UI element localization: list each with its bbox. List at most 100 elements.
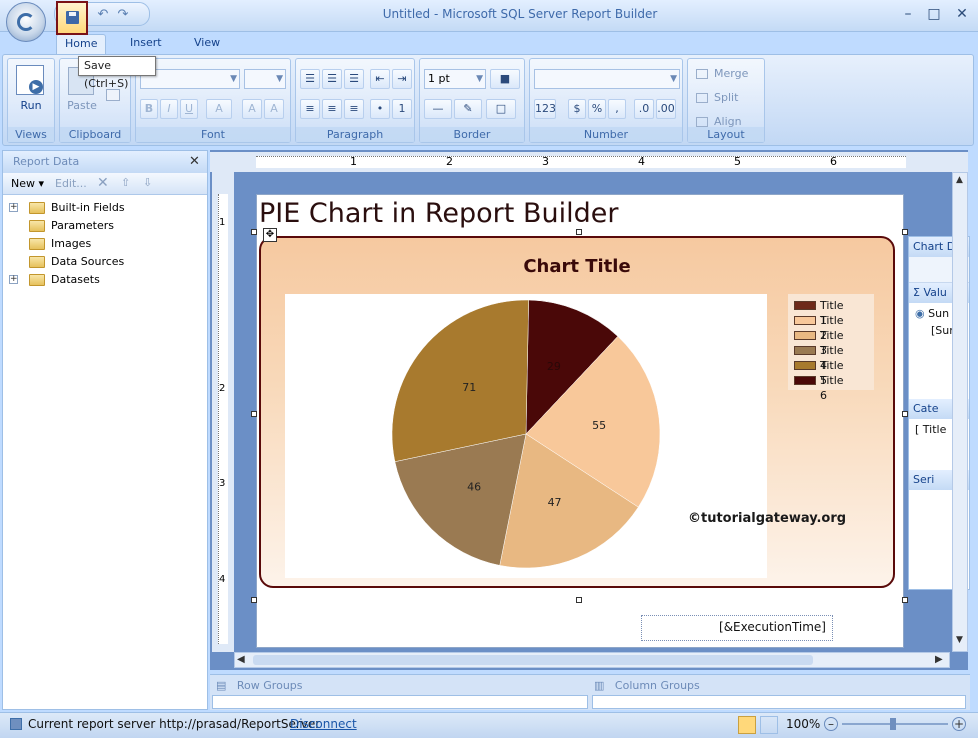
merge-button[interactable]: Merge (696, 67, 748, 80)
scroll-down-icon[interactable]: ▼ (956, 635, 963, 645)
redo-icon[interactable]: ↷ (113, 6, 133, 24)
border-width-select[interactable]: 1 pt ▼ (424, 69, 486, 89)
group-label-number: Number (530, 127, 682, 142)
paste-button[interactable]: Paste (60, 99, 104, 112)
decrease-indent-icon[interactable]: ⇤ (370, 69, 390, 89)
maximize-button[interactable]: □ (922, 4, 946, 24)
save-button[interactable] (56, 1, 88, 35)
run-button[interactable]: Run (8, 99, 54, 112)
shrink-font-button[interactable]: A (264, 99, 284, 119)
align-center-icon[interactable]: ≡ (322, 99, 342, 119)
vertical-scrollbar[interactable]: ▲ ▼ (952, 172, 968, 652)
align-bottom-icon[interactable]: ☰ (344, 69, 364, 89)
align-left-icon[interactable]: ≡ (300, 99, 320, 119)
tab-home[interactable]: Home (56, 34, 107, 54)
resize-handle[interactable] (251, 411, 257, 417)
comma-icon[interactable]: , (608, 99, 626, 119)
status-bar: Current report server http://prasad/Repo… (0, 712, 978, 738)
save-icon (66, 11, 79, 24)
scroll-up-icon[interactable]: ▲ (956, 175, 963, 185)
ruler-mark: 1 (350, 155, 357, 168)
chart-title[interactable]: Chart Title (261, 256, 893, 277)
bold-button[interactable]: B (140, 99, 158, 119)
decrease-decimal-icon[interactable]: .00 (656, 99, 676, 119)
legend-label: Title 6 (820, 374, 844, 402)
folder-icon (29, 238, 45, 250)
vertical-ruler: 1 2 3 4 (212, 172, 234, 652)
design-view-icon[interactable] (738, 716, 756, 734)
grow-font-button[interactable]: A (242, 99, 262, 119)
resize-handle[interactable] (251, 229, 257, 235)
resize-handle[interactable] (902, 597, 908, 603)
pie-slice[interactable] (391, 299, 529, 462)
align-right-icon[interactable]: ≡ (344, 99, 364, 119)
increase-indent-icon[interactable]: ⇥ (392, 69, 412, 89)
grouping-pane: ▤ Row Groups ▥ Column Groups (210, 674, 970, 710)
minimize-button[interactable]: – (896, 4, 920, 24)
scroll-left-icon[interactable]: ◀ (237, 654, 245, 665)
align-top-icon[interactable]: ☰ (300, 69, 320, 89)
close-icon[interactable]: ✕ (189, 154, 200, 169)
row-groups-header: ▤ Row Groups (216, 679, 303, 692)
horizontal-scrollbar[interactable]: ◀ ▶ (234, 652, 950, 668)
undo-icon[interactable]: ↶ (93, 6, 113, 24)
ruler-mark: 1 (219, 217, 226, 228)
scroll-right-icon[interactable]: ▶ (935, 654, 943, 665)
align-middle-icon[interactable]: ☰ (322, 69, 342, 89)
new-button[interactable]: New ▾ (11, 177, 44, 190)
increase-decimal-icon[interactable]: .0 (634, 99, 654, 119)
bullets-icon[interactable]: • (370, 99, 390, 119)
ruler-mark: 3 (219, 478, 226, 489)
resize-handle[interactable] (251, 597, 257, 603)
zoom-out-icon[interactable]: – (824, 717, 838, 731)
preview-icon[interactable] (760, 716, 778, 734)
border-color-icon[interactable]: ✎ (454, 99, 482, 119)
move-up-icon[interactable]: ⇧ (121, 176, 130, 189)
placeholder-icon[interactable]: 123 (534, 99, 556, 119)
font-color-button[interactable]: A (206, 99, 232, 119)
edit-button[interactable]: Edit... (55, 177, 87, 190)
column-groups-box[interactable] (592, 695, 966, 709)
border-style-icon[interactable]: — (424, 99, 452, 119)
font-size-select[interactable]: ▼ (244, 69, 286, 89)
application-button[interactable] (6, 2, 46, 42)
currency-icon[interactable]: $ (568, 99, 586, 119)
legend-swatch (794, 361, 816, 370)
value-icon: ◉ (915, 307, 925, 320)
horizontal-ruler: 1 2 3 4 5 6 (210, 152, 968, 172)
execution-time-textbox[interactable]: [&ExecutionTime] (641, 615, 833, 641)
expand-icon[interactable]: + (9, 203, 18, 212)
disconnect-link[interactable]: Disconnect (290, 717, 357, 731)
tab-view[interactable]: View (186, 34, 228, 54)
expand-icon[interactable]: + (9, 275, 18, 284)
italic-button[interactable]: I (160, 99, 178, 119)
report-title-textbox[interactable]: PIE Chart in Report Builder (259, 198, 618, 229)
percent-icon[interactable]: % (588, 99, 606, 119)
move-icon[interactable]: ✥ (263, 228, 277, 242)
group-label-font: Font (136, 127, 290, 142)
save-tooltip: Save (Ctrl+S) (78, 56, 156, 90)
group-label-paragraph: Paragraph (296, 127, 414, 142)
numbering-icon[interactable]: 1 (392, 99, 412, 119)
borders-icon[interactable]: □ (486, 99, 516, 119)
resize-handle[interactable] (902, 229, 908, 235)
zoom-in-icon[interactable]: + (952, 717, 966, 731)
legend-swatch (794, 331, 816, 340)
tab-insert[interactable]: Insert (122, 34, 170, 54)
zoom-slider-thumb[interactable] (890, 718, 896, 730)
resize-handle[interactable] (576, 229, 582, 235)
server-status: Current report server http://prasad/Repo… (28, 717, 321, 731)
pie-chart[interactable]: Chart Title 29 55 47 46 71 Title 1 Title 2 Tit… (259, 236, 895, 588)
delete-icon[interactable]: ✕ (97, 175, 109, 191)
legend-swatch (794, 376, 816, 385)
resize-handle[interactable] (576, 597, 582, 603)
move-down-icon[interactable]: ⇩ (143, 176, 152, 189)
report-data-toolbar: New ▾ Edit... ✕ ⇧ ⇩ (3, 173, 207, 195)
number-format-select[interactable]: ▼ (534, 69, 680, 89)
split-button[interactable]: Split (696, 91, 738, 104)
underline-button[interactable]: U (180, 99, 198, 119)
fill-color-icon[interactable]: ■ (490, 69, 520, 89)
row-groups-box[interactable] (212, 695, 588, 709)
close-button[interactable]: ✕ (950, 4, 974, 24)
chart-legend[interactable]: Title 1 Title 2 Title 3 Title 4 Title 5 Title… (788, 294, 874, 402)
